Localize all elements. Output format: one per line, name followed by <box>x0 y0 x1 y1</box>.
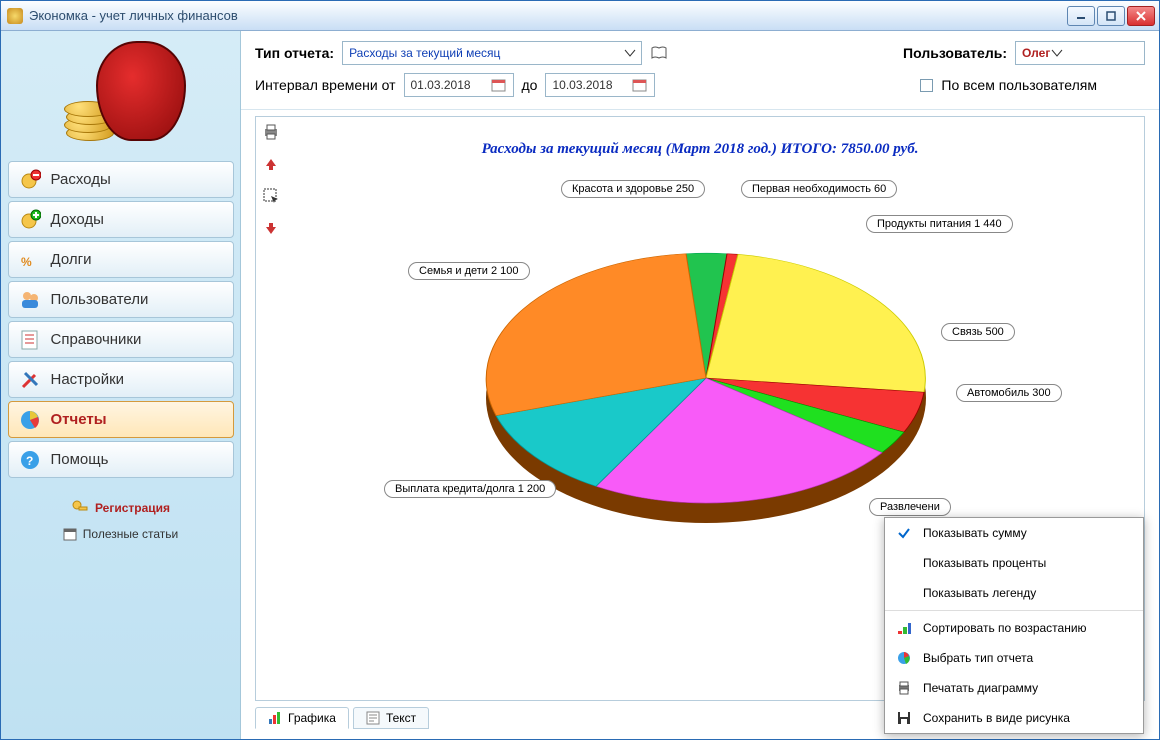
window-title: Экономка - учет личных финансов <box>29 8 1067 23</box>
sidebar-item-directories[interactable]: Справочники <box>8 321 234 358</box>
coins-plus-icon <box>19 209 41 231</box>
piechart-icon <box>19 409 41 431</box>
app-icon <box>7 8 23 24</box>
chevron-down-icon <box>623 46 637 60</box>
user-label: Пользователь: <box>903 45 1007 61</box>
close-button[interactable] <box>1127 6 1155 26</box>
chart-icon <box>268 711 282 725</box>
book-icon[interactable] <box>650 44 668 62</box>
chart-title: Расходы за текущий месяц (Март 2018 год.… <box>256 141 1144 158</box>
slice-label: Красота и здоровье 250 <box>561 180 705 198</box>
svg-text:%: % <box>21 255 32 269</box>
notebook-icon <box>19 329 41 351</box>
tab-text[interactable]: Текст <box>353 707 429 729</box>
chevron-down-icon <box>1050 46 1064 60</box>
sidebar-item-settings[interactable]: Настройки <box>8 361 234 398</box>
date-from-input[interactable]: 01.03.2018 <box>404 73 514 97</box>
menu-select-type[interactable]: Выбрать тип отчета <box>885 643 1143 673</box>
app-window: Экономка - учет личных финансов Расходы … <box>0 0 1160 740</box>
help-icon: ? <box>19 449 41 471</box>
users-icon <box>19 289 41 311</box>
percent-icon: % <box>19 249 41 271</box>
sidebar-item-help[interactable]: ? Помощь <box>8 441 234 478</box>
date-to-input[interactable]: 10.03.2018 <box>545 73 655 97</box>
nav-label: Справочники <box>51 331 142 348</box>
main-area: Тип отчета: Расходы за текущий месяц Пол… <box>241 31 1159 739</box>
report-panel: Расходы за текущий месяц (Март 2018 год.… <box>255 116 1145 701</box>
maximize-button[interactable] <box>1097 6 1125 26</box>
tools-icon <box>19 369 41 391</box>
text-icon <box>366 711 380 725</box>
slice-label: Семья и дети 2 100 <box>408 262 530 280</box>
sidebar: Расходы Доходы % Долги Пользователи Справ… <box>1 31 241 739</box>
check-icon <box>895 526 913 540</box>
report-toolbar: Тип отчета: Расходы за текущий месяц Пол… <box>241 31 1159 110</box>
nav-label: Расходы <box>51 171 111 188</box>
nav-label: Доходы <box>51 211 104 228</box>
register-link[interactable]: Регистрация <box>63 499 178 517</box>
menu-show-legend[interactable]: Показывать легенду <box>885 578 1143 608</box>
calendar-icon <box>63 527 77 541</box>
all-users-label: По всем пользователям <box>941 77 1097 93</box>
calendar-icon <box>632 77 648 93</box>
app-logo <box>56 41 186 151</box>
slice-label: Выплата кредита/долга 1 200 <box>384 480 556 498</box>
sidebar-item-income[interactable]: Доходы <box>8 201 234 238</box>
nav: Расходы Доходы % Долги Пользователи Справ… <box>8 161 234 481</box>
report-type-label: Тип отчета: <box>255 45 334 61</box>
menu-show-percent[interactable]: Показывать проценты <box>885 548 1143 578</box>
save-icon <box>895 711 913 725</box>
sidebar-item-debts[interactable]: % Долги <box>8 241 234 278</box>
sidebar-item-expenses[interactable]: Расходы <box>8 161 234 198</box>
interval-from-label: Интервал времени от <box>255 77 396 93</box>
window-buttons <box>1067 6 1155 26</box>
nav-label: Пользователи <box>51 291 149 308</box>
menu-show-sum[interactable]: Показывать сумму <box>885 518 1143 548</box>
coins-minus-icon <box>19 169 41 191</box>
sidebar-extras: Регистрация Полезные статьи <box>63 499 178 551</box>
context-menu: Показывать сумму Показывать проценты Пок… <box>884 517 1144 734</box>
nav-label: Помощь <box>51 451 109 468</box>
print-icon <box>895 681 913 695</box>
user-select[interactable]: Олег <box>1015 41 1145 65</box>
report-type-select[interactable]: Расходы за текущий месяц <box>342 41 642 65</box>
sidebar-item-users[interactable]: Пользователи <box>8 281 234 318</box>
calendar-icon <box>491 77 507 93</box>
nav-label: Отчеты <box>51 411 107 428</box>
piechart-icon <box>895 651 913 665</box>
slice-label: Первая необходимость 60 <box>741 180 897 198</box>
menu-save-image[interactable]: Сохранить в виде рисунка <box>885 703 1143 733</box>
tab-graphics[interactable]: Графика <box>255 707 349 729</box>
sidebar-item-reports[interactable]: Отчеты <box>8 401 234 438</box>
slice-label: Автомобиль 300 <box>956 384 1062 402</box>
key-icon <box>71 499 89 517</box>
sort-icon <box>895 621 913 635</box>
titlebar: Экономка - учет личных финансов <box>1 1 1159 31</box>
menu-print[interactable]: Печатать диаграмму <box>885 673 1143 703</box>
print-icon[interactable] <box>262 123 280 141</box>
minimize-button[interactable] <box>1067 6 1095 26</box>
interval-to-label: до <box>522 77 538 93</box>
svg-text:?: ? <box>26 454 33 468</box>
slice-label: Связь 500 <box>941 323 1015 341</box>
nav-label: Настройки <box>51 371 125 388</box>
nav-label: Долги <box>51 251 92 268</box>
all-users-checkbox[interactable] <box>920 79 933 92</box>
slice-label: Продукты питания 1 440 <box>866 215 1013 233</box>
articles-link[interactable]: Полезные статьи <box>63 527 178 541</box>
menu-sort-asc[interactable]: Сортировать по возрастанию <box>885 613 1143 643</box>
slice-label: Развлечени <box>869 498 951 516</box>
